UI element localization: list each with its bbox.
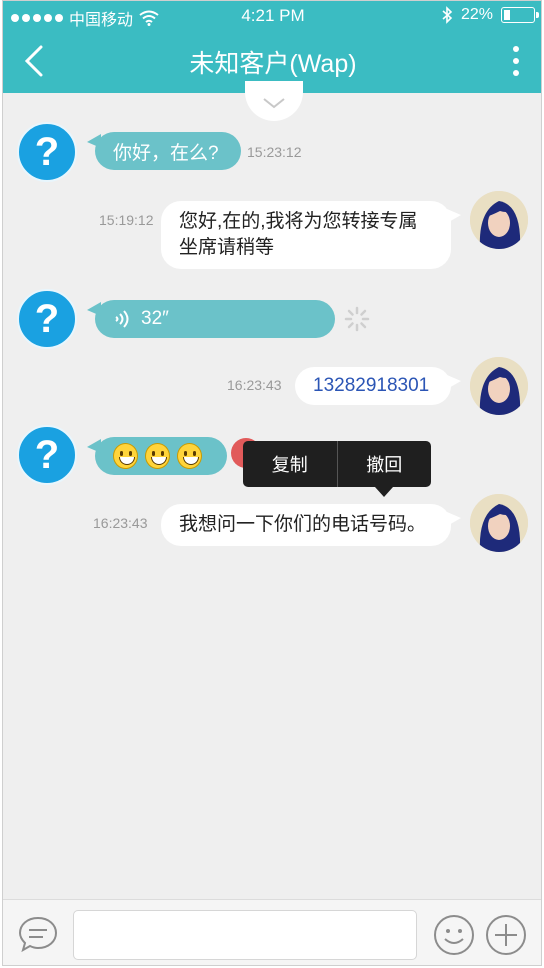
message-input[interactable]	[73, 910, 417, 960]
voice-wave-icon	[115, 310, 129, 328]
emoji-message-bubble[interactable]	[87, 437, 227, 475]
message-time: 15:23:12	[247, 144, 302, 160]
battery-percent: 22%	[460, 6, 493, 23]
input-bar	[3, 899, 541, 965]
app-frame: 中国移动 4:21 PM 22% 未知客户(Wap) ? 你好，在么? 15:2…	[2, 0, 542, 966]
agent-avatar-image	[470, 357, 528, 415]
agent-avatar-image	[470, 494, 528, 552]
bluetooth-icon	[442, 6, 453, 24]
agent-avatar[interactable]	[470, 357, 528, 415]
message-bubble[interactable]: 你好，在么?	[87, 132, 241, 170]
message-text-line: 坐席请稍等	[179, 237, 275, 258]
message-context-menu: 复制 撤回	[243, 441, 432, 497]
phone-number-link[interactable]: 13282918301	[313, 375, 429, 396]
message-text-line: 您好,在的,我将为您转接专属	[179, 211, 418, 232]
loading-spinner-icon	[344, 306, 370, 332]
page-title: 未知客户(Wap)	[189, 50, 357, 78]
emoji-face-icon[interactable]	[433, 914, 475, 956]
agent-avatar[interactable]	[470, 494, 528, 552]
agent-avatar[interactable]	[470, 191, 528, 249]
message-bubble[interactable]: 13282918301	[295, 367, 461, 405]
message-time: 15:19:12	[99, 212, 154, 228]
pull-down-handle[interactable]	[245, 81, 303, 121]
chevron-down-icon	[263, 98, 285, 109]
more-vertical-icon[interactable]	[505, 45, 527, 81]
battery-fill	[504, 10, 510, 20]
message-text: 我想问一下你们的电话号码。	[179, 514, 427, 535]
message-bubble[interactable]: 我想问一下你们的电话号码。	[161, 504, 461, 546]
grinning-emoji-icon	[113, 443, 138, 469]
grinning-emoji-icon	[177, 443, 202, 469]
voice-message-bubble[interactable]: 32″	[87, 300, 335, 338]
customer-avatar[interactable]: ?	[17, 289, 77, 349]
status-bar: 中国移动 4:21 PM 22%	[3, 1, 541, 31]
voice-duration: 32″	[141, 308, 169, 329]
plus-circle-icon[interactable]	[485, 914, 527, 956]
copy-menu-item[interactable]: 复制	[243, 441, 337, 487]
status-right: 22%	[441, 6, 539, 24]
recall-menu-item[interactable]: 撤回	[338, 441, 432, 487]
message-bubble[interactable]: 您好,在的,我将为您转接专属 坐席请稍等	[161, 201, 461, 269]
customer-avatar[interactable]: ?	[17, 425, 77, 485]
message-time: 16:23:43	[93, 515, 148, 531]
customer-avatar[interactable]: ?	[17, 122, 77, 182]
message-time: 16:23:43	[227, 377, 282, 393]
agent-avatar-image	[470, 191, 528, 249]
message-text: 你好，在么?	[113, 142, 219, 164]
quick-reply-icon[interactable]	[17, 914, 59, 956]
battery-icon	[501, 7, 539, 23]
grinning-emoji-icon	[145, 443, 170, 469]
